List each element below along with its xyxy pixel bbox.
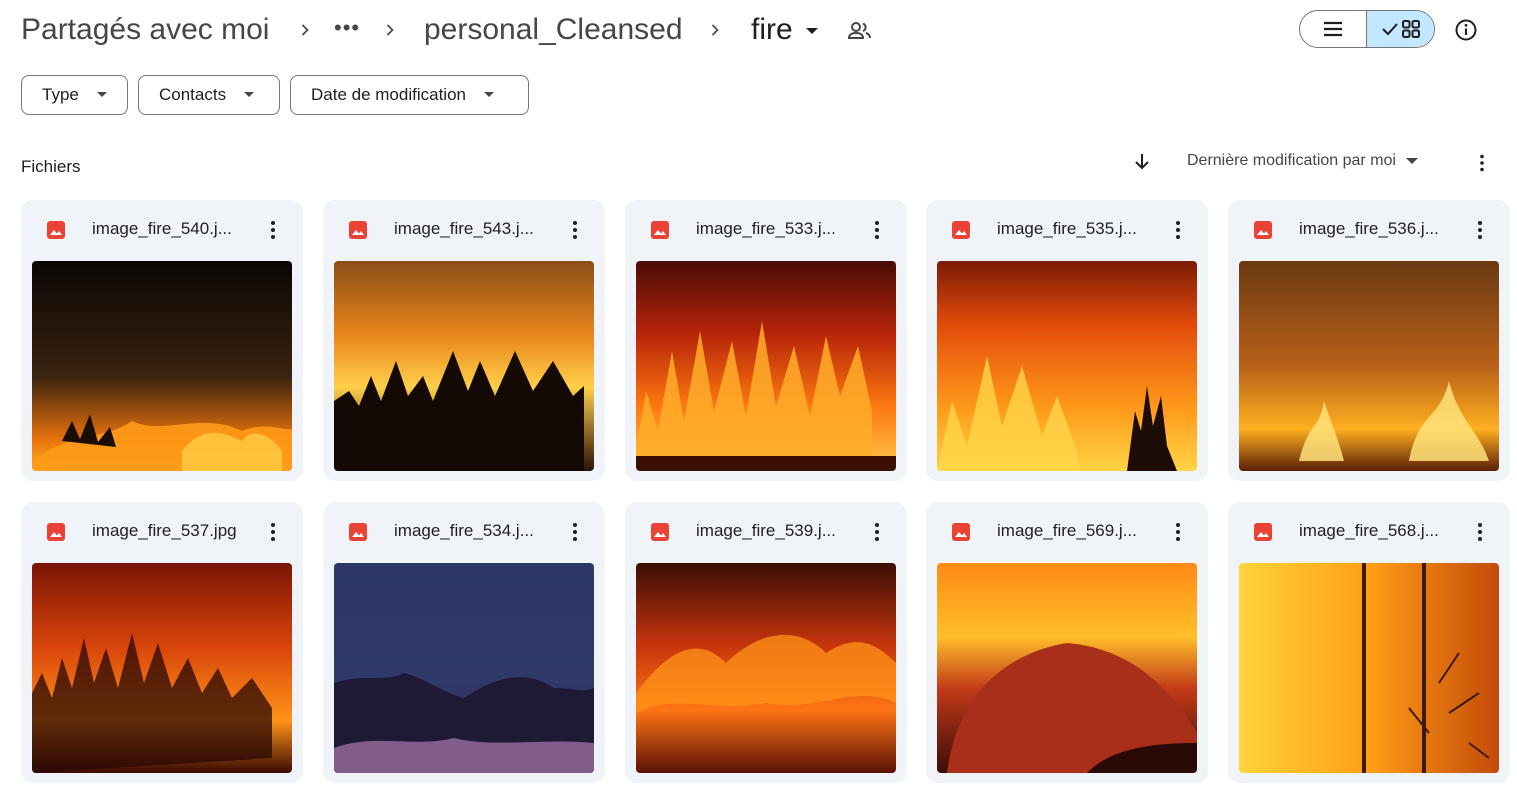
file-thumbnail[interactable] — [334, 563, 594, 773]
image-file-icon — [349, 523, 367, 541]
image-file-icon — [1254, 523, 1272, 541]
file-name: image_fire_537.jpg — [92, 521, 237, 540]
list-icon — [1324, 21, 1342, 37]
file-card[interactable]: image_fire_543.j... — [323, 200, 605, 481]
file-name: image_fire_543.j... — [394, 219, 534, 238]
image-file-icon — [47, 523, 65, 541]
more-vert-icon[interactable] — [1168, 520, 1188, 544]
file-name: image_fire_535.j... — [997, 219, 1137, 238]
section-title: Fichiers — [21, 157, 81, 176]
file-thumbnail[interactable] — [32, 261, 292, 471]
image-file-icon — [1254, 221, 1272, 239]
breadcrumb-more-button[interactable]: ••• — [334, 8, 360, 48]
file-card[interactable]: image_fire_536.j... — [1228, 200, 1510, 481]
image-file-icon — [349, 221, 367, 239]
filter-date-chip[interactable]: Date de modification — [290, 75, 529, 115]
arrow-drop-down-icon — [244, 92, 255, 97]
more-vert-icon[interactable] — [565, 218, 585, 242]
file-card[interactable]: image_fire_537.jpg — [21, 502, 303, 783]
more-vert-icon[interactable] — [1470, 520, 1490, 544]
image-file-icon — [952, 523, 970, 541]
file-name: image_fire_536.j... — [1299, 219, 1439, 238]
more-vert-icon[interactable] — [263, 218, 283, 242]
sort-label: Dernière modification par moi — [1187, 152, 1396, 169]
file-thumbnail[interactable] — [636, 261, 896, 471]
chevron-right-icon — [711, 24, 719, 36]
filter-contacts-chip[interactable]: Contacts — [138, 75, 280, 115]
breadcrumb-folder[interactable]: personal_Cleansed — [424, 10, 683, 50]
file-card[interactable]: image_fire_534.j... — [323, 502, 605, 783]
filter-label: Contacts — [159, 85, 227, 104]
info-icon[interactable] — [1454, 18, 1478, 42]
file-card[interactable]: image_fire_568.j... — [1228, 502, 1510, 783]
file-name: image_fire_539.j... — [696, 521, 836, 540]
arrow-drop-down-icon[interactable] — [804, 26, 820, 36]
file-card[interactable]: image_fire_533.j... — [625, 200, 907, 481]
image-file-icon — [952, 221, 970, 239]
view-toggle — [1299, 10, 1435, 48]
grid-icon — [1402, 20, 1420, 38]
breadcrumb-current-folder[interactable]: fire — [751, 10, 793, 50]
file-name: image_fire_569.j... — [997, 521, 1137, 540]
filter-label: Type — [42, 85, 79, 104]
check-icon — [1382, 23, 1398, 36]
file-name: image_fire_533.j... — [696, 219, 836, 238]
arrow-drop-down-icon — [1405, 157, 1418, 164]
file-thumbnail[interactable] — [636, 563, 896, 773]
file-name: image_fire_568.j... — [1299, 521, 1439, 540]
filter-label: Date de modification — [311, 85, 466, 104]
more-vert-icon[interactable] — [1168, 218, 1188, 242]
file-card[interactable]: image_fire_535.j... — [926, 200, 1208, 481]
more-vert-icon[interactable] — [263, 520, 283, 544]
file-thumbnail[interactable] — [32, 563, 292, 773]
chevron-right-icon — [386, 24, 394, 36]
file-name: image_fire_540.j... — [92, 219, 232, 238]
file-thumbnail[interactable] — [937, 261, 1197, 471]
arrow-downward-icon[interactable] — [1133, 152, 1151, 172]
sort-menu-button[interactable]: Dernière modification par moi — [1187, 152, 1418, 170]
file-thumbnail[interactable] — [937, 563, 1197, 773]
file-card[interactable]: image_fire_569.j... — [926, 502, 1208, 783]
image-file-icon — [651, 221, 669, 239]
more-vert-icon[interactable] — [1472, 153, 1492, 173]
file-name: image_fire_534.j... — [394, 521, 534, 540]
list-view-button[interactable] — [1300, 11, 1367, 47]
arrow-drop-down-icon — [483, 92, 494, 97]
image-file-icon — [651, 523, 669, 541]
more-vert-icon[interactable] — [565, 520, 585, 544]
chevron-right-icon — [301, 24, 309, 36]
file-card[interactable]: image_fire_539.j... — [625, 502, 907, 783]
arrow-drop-down-icon — [96, 92, 107, 97]
people-icon[interactable] — [847, 20, 873, 42]
more-vert-icon[interactable] — [867, 218, 887, 242]
breadcrumb-root[interactable]: Partagés avec moi — [21, 10, 269, 50]
file-thumbnail[interactable] — [1239, 563, 1499, 773]
more-vert-icon[interactable] — [1470, 218, 1490, 242]
top-bar: Partagés avec moi ••• personal_Cleansed … — [0, 0, 1517, 62]
file-card[interactable]: image_fire_540.j... — [21, 200, 303, 481]
grid-view-button[interactable] — [1367, 11, 1434, 47]
image-file-icon — [47, 221, 65, 239]
file-thumbnail[interactable] — [334, 261, 594, 471]
filter-type-chip[interactable]: Type — [21, 75, 128, 115]
more-vert-icon[interactable] — [867, 520, 887, 544]
file-thumbnail[interactable] — [1239, 261, 1499, 471]
